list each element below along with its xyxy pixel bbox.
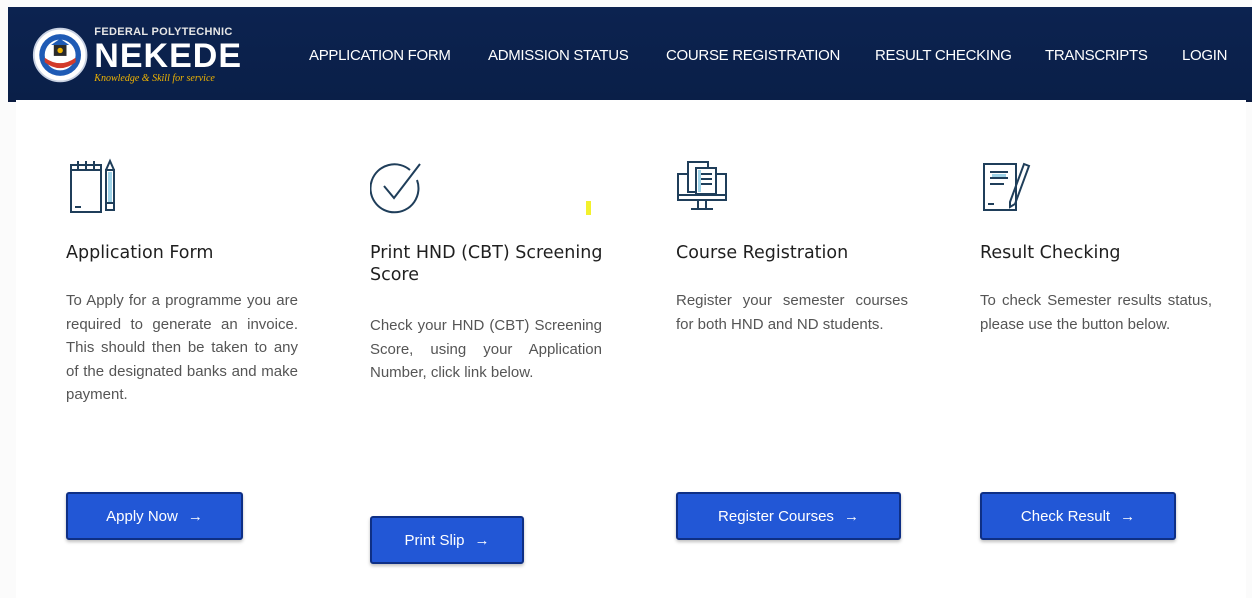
computer-monitor-icon: [677, 161, 727, 210]
highlight-mark: [586, 201, 591, 215]
button-label: Print Slip: [404, 531, 465, 549]
arrow-right-icon: →: [187, 507, 203, 525]
card-title: Application Form: [66, 243, 214, 263]
button-label: Register Courses: [718, 507, 834, 525]
notepad-pencil-icon: [70, 158, 115, 213]
arrow-right-icon: →: [474, 531, 490, 549]
card-title: Result Checking: [980, 243, 1121, 263]
card-title: Course Registration: [676, 243, 849, 263]
nav-result-checking[interactable]: RESULT CHECKING: [875, 47, 1012, 71]
logo-top-text: FEDERAL POLYTECHNIC: [94, 25, 233, 38]
print-slip-button[interactable]: Print Slip →: [370, 516, 524, 564]
top-navbar: FEDERAL POLYTECHNIC NEKEDE Knowledge & S…: [8, 7, 1252, 100]
polytechnic-emblem-icon: [32, 27, 88, 83]
nav-admission-status[interactable]: ADMISSION STATUS: [488, 47, 629, 71]
logo-main-text: NEKEDE: [94, 36, 242, 75]
arrow-right-icon: →: [843, 507, 859, 525]
nav-application-form[interactable]: APPLICATION FORM: [309, 47, 451, 71]
card-description: Register your semester courses for both …: [676, 292, 908, 333]
checkmark-circle-icon: [370, 163, 421, 214]
button-label: Apply Now: [106, 507, 178, 525]
card-description: Check your HND (CBT) Screening Score, us…: [370, 317, 602, 381]
nav-course-registration[interactable]: COURSE REGISTRATION: [666, 47, 840, 71]
arrow-right-icon: →: [1120, 507, 1136, 525]
nav-login[interactable]: LOGIN: [1182, 47, 1227, 71]
card-description: To Apply for a programme you are require…: [66, 292, 298, 403]
services-section: Application Form To Apply for a programm…: [16, 100, 1246, 598]
site-logo[interactable]: FEDERAL POLYTECHNIC NEKEDE Knowledge & S…: [32, 21, 242, 89]
button-label: Check Result: [1020, 507, 1111, 525]
nav-transcripts[interactable]: TRANSCRIPTS: [1045, 47, 1148, 71]
check-result-button[interactable]: Check Result →: [980, 492, 1176, 540]
register-courses-button[interactable]: Register Courses →: [676, 492, 901, 540]
logo-tagline: Knowledge & Skill for service: [94, 72, 215, 84]
document-pen-icon: [983, 162, 1031, 211]
apply-now-button[interactable]: Apply Now →: [66, 492, 243, 540]
card-description: To check Semester results status, please…: [980, 292, 1212, 333]
card-title: Print HND (CBT) Screening Score: [370, 243, 603, 285]
